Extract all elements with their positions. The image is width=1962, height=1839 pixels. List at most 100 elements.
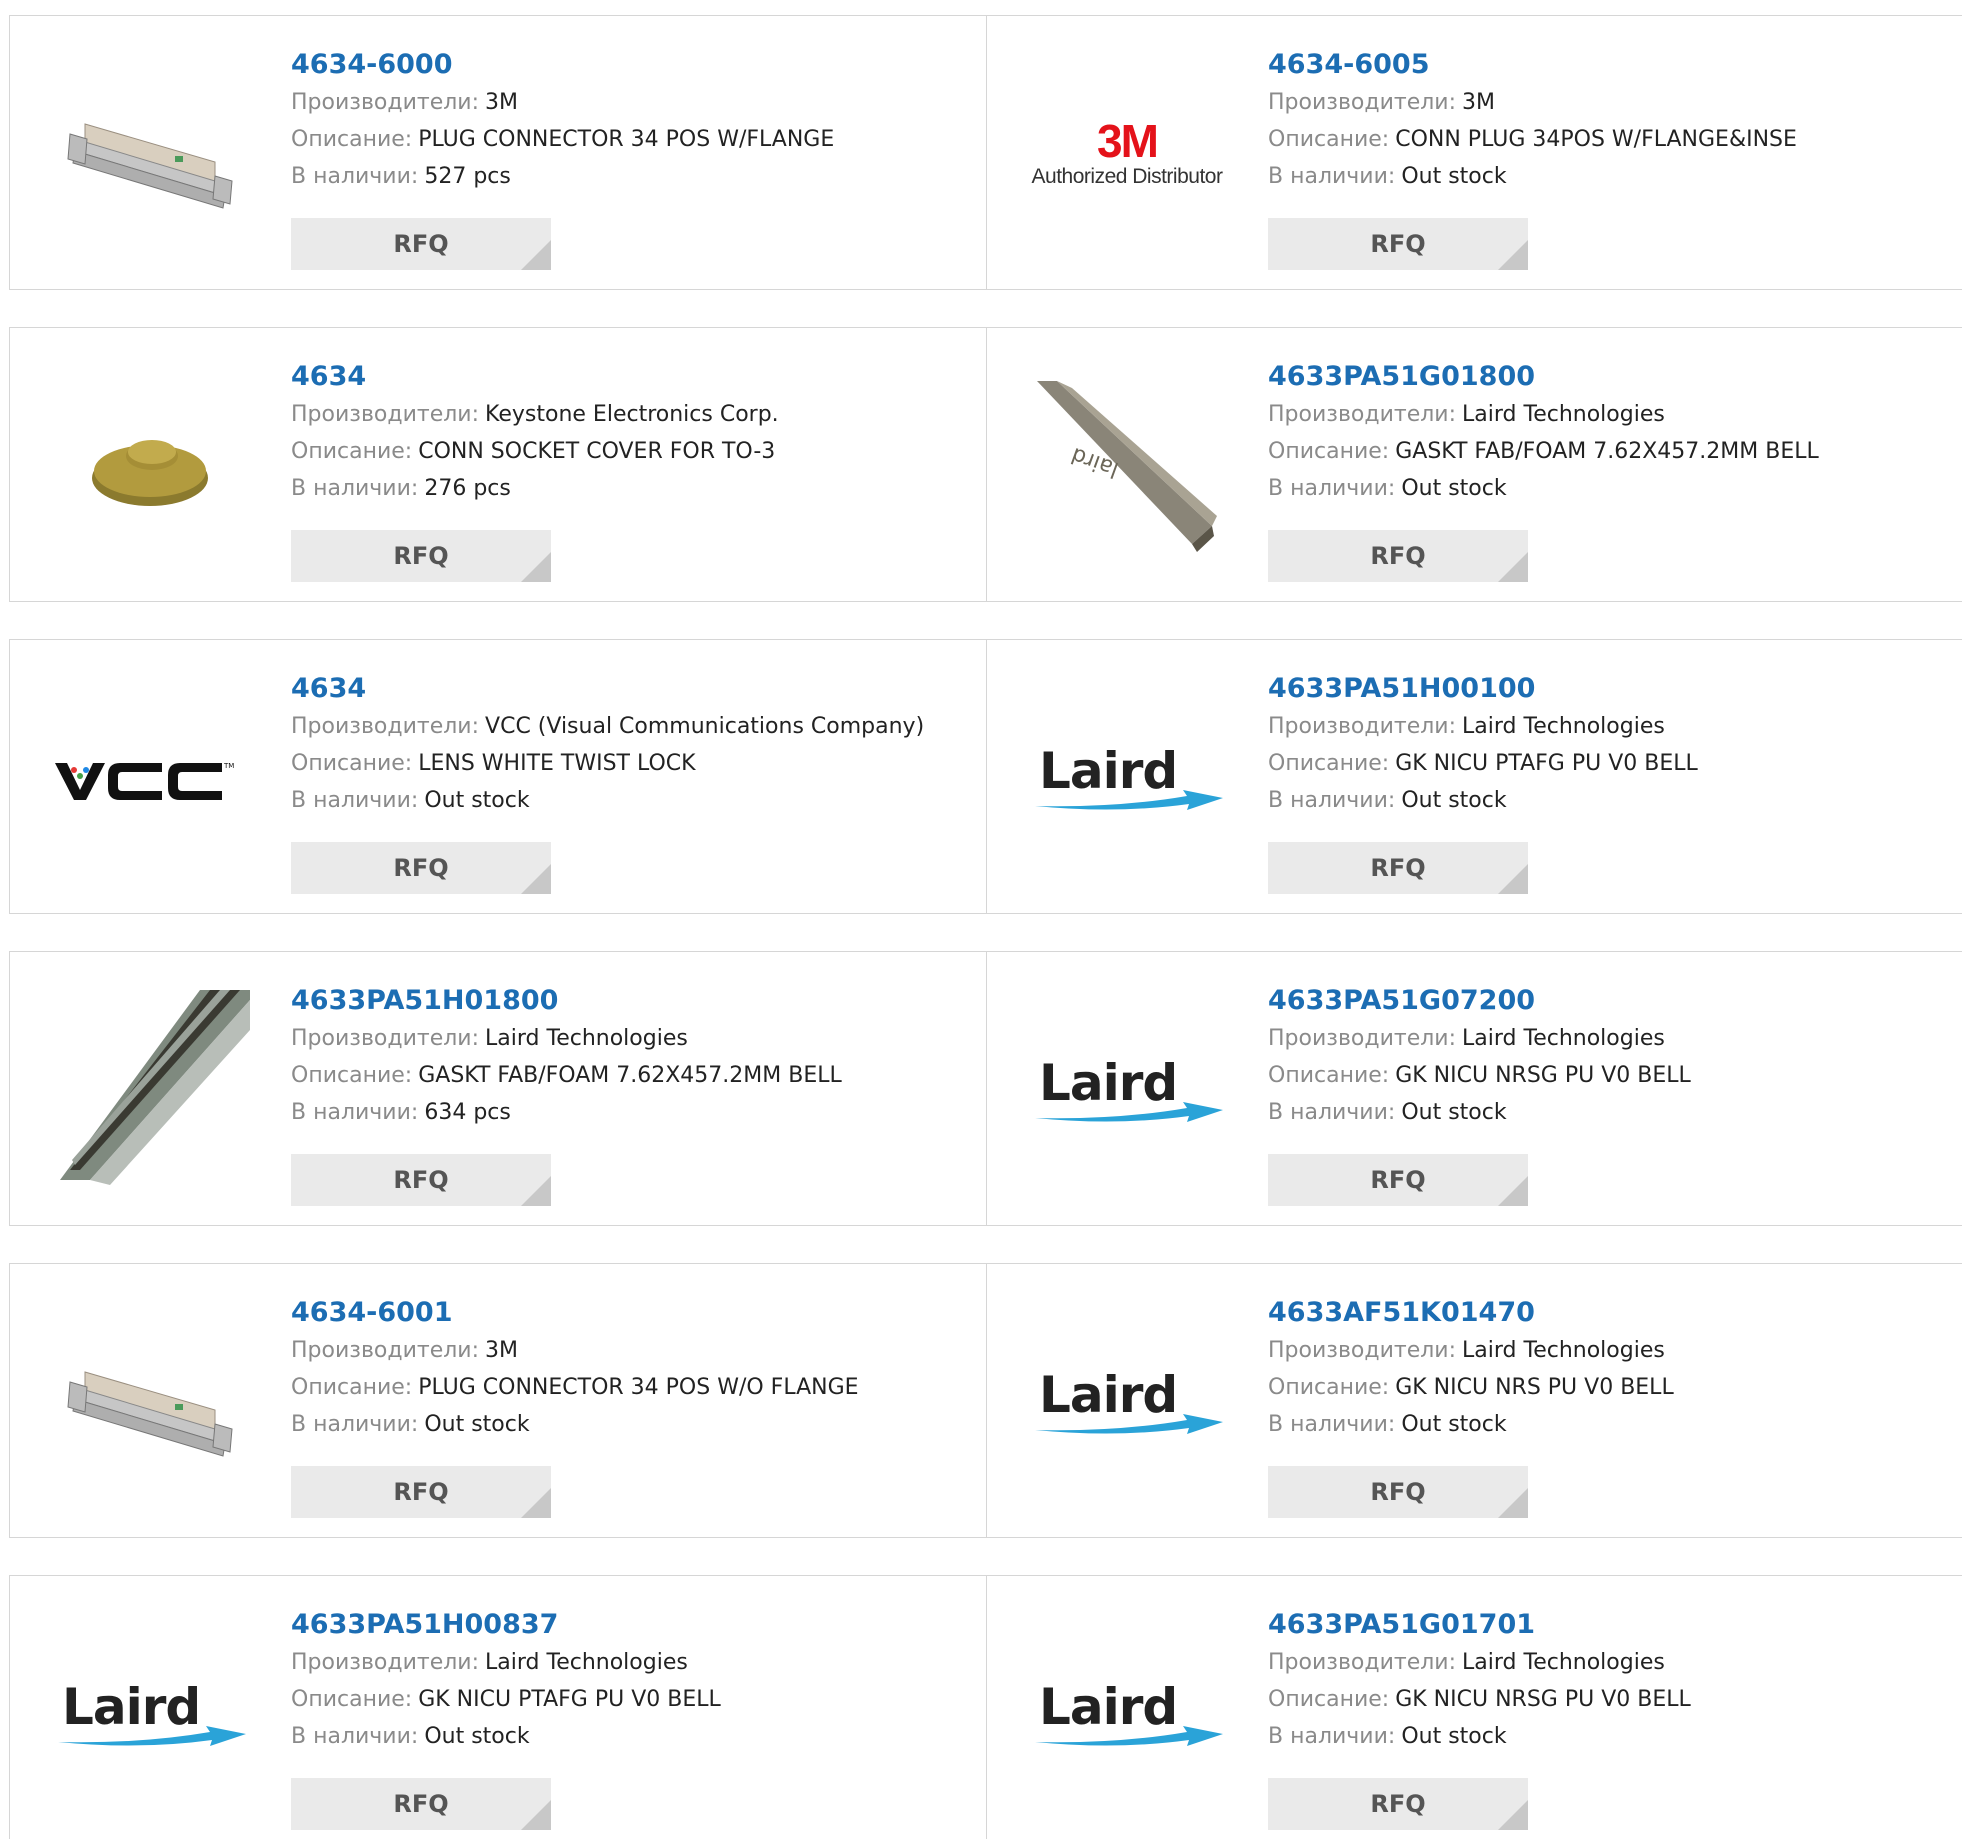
- part-number-link[interactable]: 4633PA51G01800: [1268, 358, 1819, 396]
- description-line: Описание: GK NICU NRSG PU V0 BELL: [1268, 1057, 1691, 1094]
- part-number-link[interactable]: 4633AF51K01470: [1268, 1294, 1674, 1332]
- manufacturer-value: 3M: [485, 90, 519, 115]
- manufacturer-value: 3M: [485, 1338, 519, 1363]
- rfq-button[interactable]: RFQ: [291, 530, 551, 582]
- manufacturer-value: Laird Technologies: [1462, 1650, 1665, 1675]
- manufacturer-line: Производители: VCC (Visual Communications…: [291, 708, 924, 745]
- description-label: Описание:: [1268, 1063, 1390, 1088]
- part-number-link[interactable]: 4634: [291, 670, 924, 708]
- rfq-button[interactable]: RFQ: [291, 842, 551, 894]
- part-number-link[interactable]: 4633PA51G07200: [1268, 982, 1691, 1020]
- part-number-link[interactable]: 4634: [291, 358, 779, 396]
- product-info: 4633AF51K01470 Производители: Laird Techno…: [1268, 1294, 1674, 1443]
- description-value: GASKT FAB/FOAM 7.62X457.2MM BELL: [1395, 439, 1819, 464]
- product-info: 4634 Производители: Keystone Electronics C…: [291, 358, 779, 507]
- part-number-link[interactable]: 4633PA51G01701: [1268, 1606, 1691, 1644]
- product-row: 4634 Производители: Keystone Electronics C…: [9, 327, 1962, 602]
- description-value: GK NICU PTAFG PU V0 BELL: [418, 1687, 721, 1712]
- product-card: Laird 4633PA51G01701 Производители: Laird …: [987, 1576, 1962, 1839]
- stock-line: В наличии: Out stock: [1268, 1094, 1691, 1131]
- stock-label: В наличии:: [1268, 1100, 1396, 1125]
- product-image[interactable]: TM: [50, 678, 250, 878]
- description-label: Описание:: [291, 127, 413, 152]
- part-number-link[interactable]: 4634-6005: [1268, 46, 1797, 84]
- description-value: CONN PLUG 34POS W/FLANGE&INSE: [1395, 127, 1797, 152]
- rfq-button[interactable]: RFQ: [1268, 1778, 1528, 1830]
- part-number-link[interactable]: 4633PA51H00100: [1268, 670, 1698, 708]
- manufacturer-label: Производители:: [1268, 714, 1457, 739]
- description-line: Описание: GK NICU PTAFG PU V0 BELL: [291, 1681, 721, 1718]
- manufacturer-label: Производители:: [291, 1650, 480, 1675]
- manufacturer-line: Производители: 3M: [1268, 84, 1797, 121]
- rfq-corner-decoration: [521, 1176, 551, 1206]
- product-image[interactable]: [50, 1302, 250, 1502]
- rfq-button[interactable]: RFQ: [291, 218, 551, 270]
- product-image[interactable]: [50, 54, 250, 254]
- stock-label: В наличии:: [291, 1412, 419, 1437]
- product-image[interactable]: laird: [1027, 366, 1227, 566]
- stock-label: В наличии:: [291, 1724, 419, 1749]
- part-number-link[interactable]: 4633PA51H00837: [291, 1606, 721, 1644]
- part-number-link[interactable]: 4634-6000: [291, 46, 834, 84]
- rfq-corner-decoration: [521, 1488, 551, 1518]
- manufacturer-value: VCC (Visual Communications Company): [485, 714, 925, 739]
- rfq-label: RFQ: [393, 1790, 449, 1818]
- stock-value: Out stock: [1401, 476, 1507, 501]
- 3m-tagline: Authorized Distributor: [1031, 165, 1223, 188]
- product-info: 4634-6005 Производители: 3M Описание: CONN P…: [1268, 46, 1797, 195]
- stock-value: Out stock: [424, 788, 530, 813]
- rfq-corner-decoration: [1498, 552, 1528, 582]
- manufacturer-line: Производители: Keystone Electronics Corp.: [291, 396, 779, 433]
- manufacturer-label: Производители:: [1268, 1650, 1457, 1675]
- rfq-label: RFQ: [393, 1478, 449, 1506]
- manufacturer-line: Производители: Laird Technologies: [1268, 1020, 1691, 1057]
- product-image[interactable]: [50, 990, 250, 1190]
- rfq-label: RFQ: [1370, 854, 1426, 882]
- manufacturer-label: Производители:: [1268, 90, 1457, 115]
- stock-value: 276 pcs: [424, 476, 511, 501]
- manufacturer-line: Производители: Laird Technologies: [1268, 708, 1698, 745]
- description-line: Описание: PLUG CONNECTOR 34 POS W/O FLANG…: [291, 1369, 859, 1406]
- stock-line: В наличии: Out stock: [1268, 782, 1698, 819]
- rfq-button[interactable]: RFQ: [291, 1154, 551, 1206]
- rfq-button[interactable]: RFQ: [1268, 530, 1528, 582]
- product-info: 4633PA51G07200 Производители: Laird Techno…: [1268, 982, 1691, 1131]
- product-card: 4634-6001 Производители: 3M Описание: PLUG C…: [10, 1264, 987, 1537]
- ribbon-connector-image: [67, 1371, 233, 1457]
- stock-line: В наличии: Out stock: [291, 1718, 721, 1755]
- description-line: Описание: GK NICU NRS PU V0 BELL: [1268, 1369, 1674, 1406]
- stock-value: Out stock: [1401, 788, 1507, 813]
- product-row: 4634-6001 Производители: 3M Описание: PLUG C…: [9, 1263, 1962, 1538]
- product-image[interactable]: Laird: [1027, 678, 1227, 878]
- rfq-button[interactable]: RFQ: [1268, 1154, 1528, 1206]
- rfq-button[interactable]: RFQ: [1268, 218, 1528, 270]
- product-row: 4633PA51H01800 Производители: Laird Techno…: [9, 951, 1962, 1226]
- product-card: 4634 Производители: Keystone Electronics C…: [10, 328, 987, 601]
- product-image[interactable]: [50, 366, 250, 566]
- manufacturer-line: Производители: Laird Technologies: [1268, 1644, 1691, 1681]
- description-label: Описание:: [291, 1687, 413, 1712]
- description-label: Описание:: [1268, 751, 1390, 776]
- rfq-button[interactable]: RFQ: [1268, 842, 1528, 894]
- product-card: TM 4634 Производители: VCC (Visual Communi…: [10, 640, 987, 913]
- stock-label: В наличии:: [1268, 1412, 1396, 1437]
- part-number-link[interactable]: 4633PA51H01800: [291, 982, 842, 1020]
- product-image[interactable]: Laird: [1027, 1614, 1227, 1814]
- manufacturer-line: Производители: Laird Technologies: [1268, 396, 1819, 433]
- manufacturer-label: Производители:: [291, 714, 480, 739]
- product-info: 4633PA51G01701 Производители: Laird Techno…: [1268, 1606, 1691, 1755]
- product-image[interactable]: Laird: [1027, 1302, 1227, 1502]
- rfq-label: RFQ: [1370, 1166, 1426, 1194]
- stock-label: В наличии:: [291, 788, 419, 813]
- rfq-button[interactable]: RFQ: [1268, 1466, 1528, 1518]
- rfq-button[interactable]: RFQ: [291, 1778, 551, 1830]
- manufacturer-label: Производители:: [291, 1026, 480, 1051]
- rfq-button[interactable]: RFQ: [291, 1466, 551, 1518]
- rfq-corner-decoration: [1498, 1488, 1528, 1518]
- manufacturer-line: Производители: 3M: [291, 84, 834, 121]
- part-number-link[interactable]: 4634-6001: [291, 1294, 859, 1332]
- product-image[interactable]: 3M Authorized Distributor: [1027, 54, 1227, 254]
- product-image[interactable]: Laird: [50, 1614, 250, 1814]
- product-image[interactable]: Laird: [1027, 990, 1227, 1190]
- rfq-label: RFQ: [1370, 542, 1426, 570]
